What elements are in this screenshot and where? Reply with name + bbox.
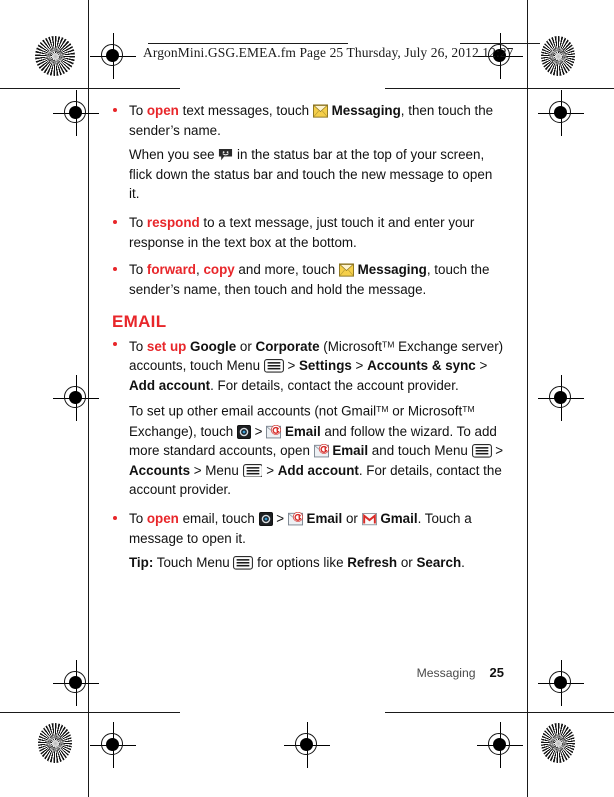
menu-key-icon [471, 444, 492, 458]
list-item: To forward, copy and more, touch Messagi… [112, 260, 504, 299]
menu-item-search: Search [416, 555, 462, 571]
registration-mark-upper-left-edge [53, 90, 99, 136]
keyword-respond: respond [146, 214, 200, 230]
list-item: To open email, touch > Email or Gmail. T… [112, 509, 504, 548]
app-name-email: Email [284, 423, 321, 439]
keyword-set-up: set up [146, 338, 187, 354]
email-app-icon [266, 424, 282, 439]
paragraph: When you see in the status bar at the to… [129, 147, 493, 202]
registration-mark-upper-right-edge [538, 90, 584, 136]
email-app-icon [287, 511, 303, 526]
slug-rule-left [148, 43, 348, 44]
trim-line-bottom-left [0, 712, 180, 713]
bullet-dot-icon [113, 341, 117, 346]
bullet-dot-icon [113, 108, 117, 112]
messaging-envelope-icon [312, 104, 328, 118]
bullet-dot-icon [113, 219, 117, 224]
star-registration-target-top-left [35, 36, 75, 76]
bullet-text: To forward, copy and more, touch Messagi… [129, 262, 490, 297]
trademark-symbol: TM [376, 404, 389, 415]
keyword-open: open [146, 103, 179, 118]
trim-line-top-left [0, 88, 180, 89]
app-name-email: Email [332, 443, 369, 459]
registration-mark-bottom-center [284, 722, 330, 768]
email-app-icon [313, 444, 329, 458]
tip-paragraph: Tip: Touch Menu for options like Refresh… [129, 555, 465, 571]
menu-key-icon [263, 359, 284, 373]
menu-key-icon [242, 463, 263, 478]
trim-line-right [527, 0, 528, 797]
footer-section-name: Messaging [416, 666, 476, 680]
menu-key-icon [233, 556, 254, 570]
trim-line-left [88, 0, 89, 797]
bullet-text: To set up Google or Corporate (Microsoft… [129, 338, 504, 393]
registration-mark-lower-left-edge [53, 660, 99, 706]
file-header-slug: ArgonMini.GSG.EMEA.fm Page 25 Thursday, … [143, 45, 514, 60]
registration-mark-bottom-right [477, 722, 523, 768]
bullet-dot-icon [113, 515, 117, 520]
list-item: To set up Google or Corporate (Microsoft… [112, 335, 504, 395]
star-registration-target-bottom-left [38, 723, 72, 763]
bullet-text: To open email, touch > Email or Gmail. T… [129, 510, 472, 546]
menu-item-accounts-sync: Accounts & sync [367, 358, 476, 374]
app-name-email: Email [306, 510, 343, 526]
trademark-symbol: TM [462, 404, 475, 415]
section-heading-email: EMAIL [112, 312, 167, 332]
bullet-dot-icon [113, 267, 117, 272]
option-google: Google [190, 338, 237, 354]
footer-page-number: 25 [489, 665, 504, 680]
keyword-forward: forward [146, 262, 196, 278]
slug-rule-right [460, 43, 540, 44]
star-registration-target-bottom-right [541, 723, 575, 763]
registration-mark-bottom-left [90, 722, 136, 768]
keyword-open: open [146, 510, 179, 526]
menu-item-add-account: Add account [277, 462, 359, 478]
page-content: To open text messages, touch Messaging, … [112, 101, 504, 575]
app-name-messaging: Messaging [357, 262, 427, 278]
menu-item-refresh: Refresh [347, 555, 398, 571]
list-item: To open text messages, touch Messaging, … [112, 101, 504, 140]
tip-label: Tip: [129, 555, 154, 571]
app-launcher-icon [236, 424, 251, 439]
registration-mark-lower-right-edge [538, 660, 584, 706]
trim-line-top-right [385, 88, 614, 89]
keyword-copy: copy [203, 262, 235, 278]
paragraph: To set up other email accounts (not Gmai… [129, 403, 504, 498]
trim-line-bottom-right [385, 712, 614, 713]
app-launcher-icon [258, 511, 273, 526]
messaging-envelope-icon [338, 263, 354, 277]
trademark-symbol: TM [382, 338, 395, 349]
gmail-app-icon [361, 512, 377, 526]
bullet-text: To respond to a text message, just touch… [129, 214, 475, 250]
app-name-messaging: Messaging [331, 103, 401, 118]
message-bubble-status-icon [218, 148, 233, 161]
registration-mark-top-left [90, 33, 136, 79]
list-item: To respond to a text message, just touch… [112, 213, 504, 252]
menu-item-accounts: Accounts [129, 462, 191, 478]
bullet-text: To open text messages, touch Messaging, … [129, 103, 494, 138]
menu-item-settings: Settings [299, 358, 352, 374]
page-footer: Messaging 25 [112, 665, 504, 680]
menu-item-add-account: Add account [129, 377, 211, 393]
star-registration-target-top-right [541, 36, 575, 76]
registration-mark-middle-right-edge [538, 375, 584, 421]
option-corporate: Corporate [255, 338, 320, 354]
registration-mark-middle-left-edge [53, 375, 99, 421]
app-name-gmail: Gmail [380, 510, 418, 526]
